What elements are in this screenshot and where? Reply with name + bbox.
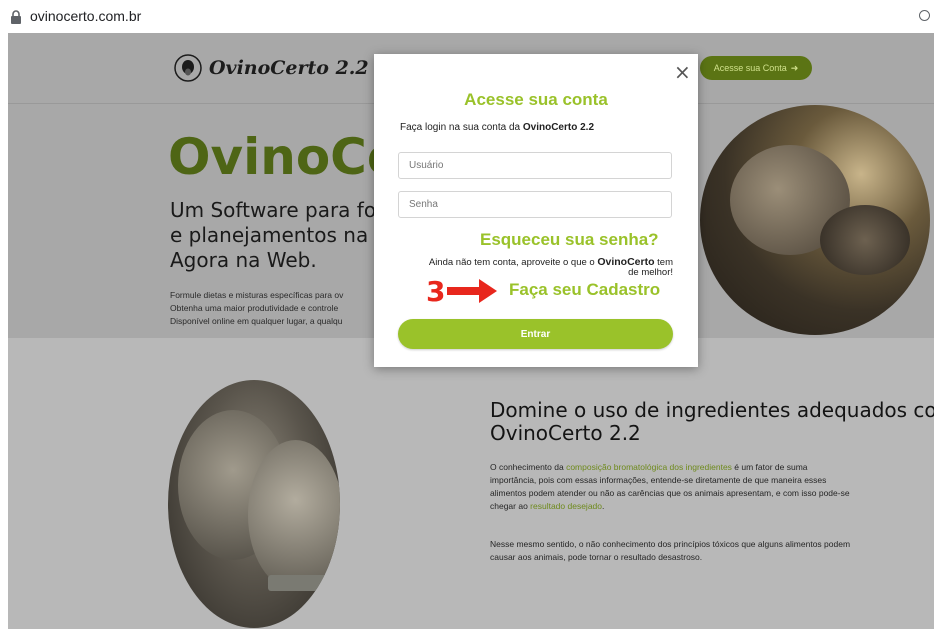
paragraph-line: importância, pois com essas informações,… [490, 475, 827, 485]
paragraph-line: alimentos podem atender ou não as carênc… [490, 488, 850, 498]
register-link[interactable]: Faça seu Cadastro [509, 280, 660, 300]
paragraph-line: causar aos animais, pode tornar o result… [490, 552, 703, 562]
url-text[interactable]: ovinocerto.com.br [30, 8, 141, 24]
highlight-link[interactable]: resultado desejado [530, 501, 602, 511]
password-field[interactable]: Senha [398, 191, 672, 218]
section-paragraph-1: O conhecimento da composição bromatológi… [490, 461, 850, 513]
hero-subtitle-line: Um Software para form [170, 198, 404, 222]
username-field[interactable]: Usuário [398, 152, 672, 179]
text: O conhecimento da [490, 462, 567, 472]
access-account-label: Acesse sua Conta [713, 63, 787, 73]
paragraph-line: Nesse mesmo sentido, o não conhecimento … [490, 539, 851, 549]
section-paragraph-2: Nesse mesmo sentido, o não conhecimento … [490, 538, 850, 564]
forgot-password-link[interactable]: Esqueceu sua senha? [480, 230, 659, 250]
text: Faça login na sua conta da [400, 122, 523, 133]
text: . [602, 501, 605, 511]
lock-icon [11, 10, 21, 24]
close-icon[interactable]: × [674, 60, 691, 84]
step-annotation-number: 3 [426, 275, 446, 308]
access-account-button[interactable]: Acesse sua Conta ➜ [700, 56, 812, 80]
sheep-logo-icon [174, 54, 202, 82]
arrow-right-icon [447, 279, 497, 303]
section-title-line: OvinoCerto 2.2 [490, 421, 641, 445]
login-text: Faça login na sua conta da OvinoCerto 2.… [400, 122, 594, 133]
brand-name: OvinoCerto 2.2 [522, 122, 595, 133]
sheep-photo-bottom [168, 380, 340, 628]
password-placeholder: Senha [409, 199, 438, 210]
text: Ainda não tem conta, aproveite o que o [428, 257, 598, 268]
hero-body-line: Disponível online em qualquer lugar, a q… [170, 316, 343, 326]
hero-subtitle: Um Software para form e planejamentos na… [170, 198, 408, 273]
extension-icon[interactable] [919, 10, 930, 21]
site-logo[interactable]: OvinoCerto 2.2 [173, 53, 369, 83]
hero-subtitle-line: e planejamentos na Ovi [170, 223, 408, 247]
username-placeholder: Usuário [409, 160, 444, 171]
section-title-line: Domine o uso de ingredientes adequados c… [490, 398, 934, 422]
modal-title: Acesse sua conta [464, 90, 608, 109]
enter-button[interactable]: Entrar [398, 319, 673, 349]
paragraph-line: O conhecimento da composição bromatológi… [490, 461, 850, 474]
paragraph-line: chegar ao resultado desejado. [490, 500, 850, 513]
hero-body: Formule dietas e misturas específicas pa… [170, 289, 343, 328]
hero-subtitle-line: Agora na Web. [170, 248, 317, 272]
section-title: Domine o uso de ingredientes adequados c… [490, 399, 934, 445]
browser-url-bar[interactable]: ovinocerto.com.br [0, 0, 934, 33]
hero-body-line: Formule dietas e misturas específicas pa… [170, 290, 344, 300]
text: é um fator de suma [731, 462, 808, 472]
login-arrow-icon: ➜ [790, 62, 799, 73]
highlight-link[interactable]: composição bromatológica dos ingrediente… [566, 462, 732, 472]
text: chegar ao [490, 501, 531, 511]
sheep-photo-top [700, 105, 930, 335]
logo-text: OvinoCerto 2.2 [209, 57, 369, 79]
hero-body-line: Obtenha uma maior produtividade e contro… [170, 303, 339, 313]
